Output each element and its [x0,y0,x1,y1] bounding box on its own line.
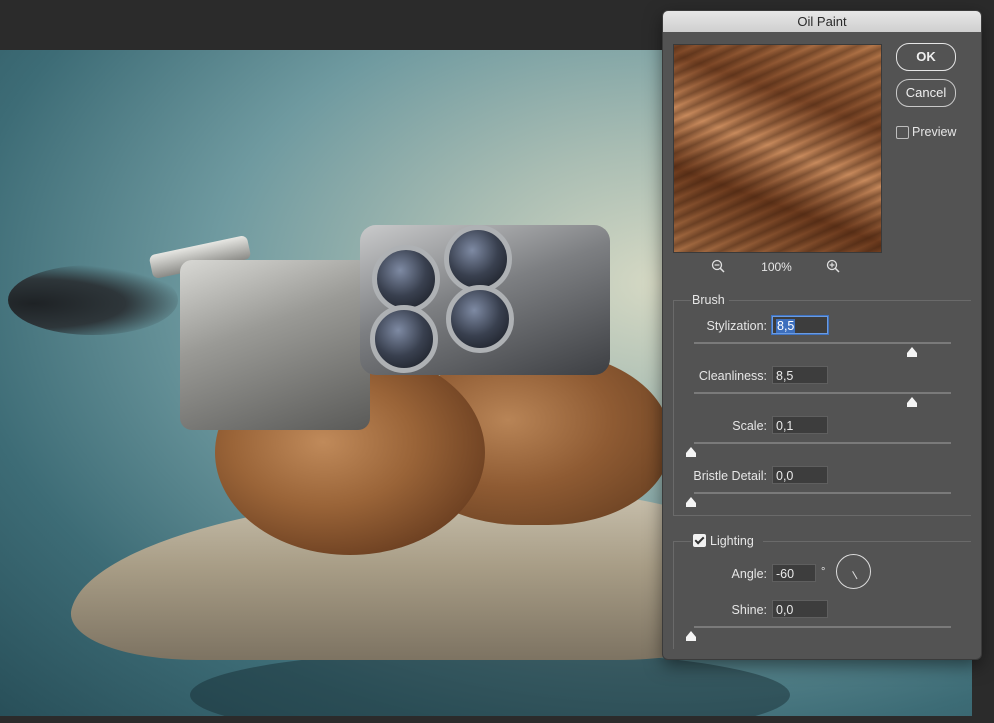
stylization-slider-track[interactable] [694,342,951,344]
lighting-group-title: Lighting [710,534,754,548]
degree-symbol: ° [821,566,826,578]
engine-lens [444,225,512,293]
brush-group-border [729,300,971,301]
bristle-detail-field[interactable]: 0,0 [772,466,828,484]
preview-checkbox[interactable] [896,126,909,139]
shine-field[interactable]: 0,0 [772,600,828,618]
preview-zoom-controls: 100% [673,257,880,277]
lighting-group-border [673,541,691,542]
dialog-title: Oil Paint [663,11,981,32]
angle-dial-needle[interactable] [852,571,858,580]
cleanliness-label: Cleanliness: [698,369,767,383]
shine-label: Shine: [731,603,767,617]
scale-slider-track[interactable] [694,442,951,444]
brush-group-border [673,300,691,301]
oil-paint-dialog: Oil Paint 100% OK Cancel Preview Brush S… [663,11,981,659]
scale-label: Scale: [732,419,767,433]
scale-field[interactable]: 0,1 [772,416,828,434]
shine-slider-track[interactable] [694,626,951,628]
ok-button[interactable]: OK [896,43,956,71]
bristle-detail-slider-thumb[interactable] [686,497,696,507]
shine-slider-thumb[interactable] [686,631,696,641]
zoom-in-icon[interactable] [826,259,840,273]
brush-group-title: Brush [692,293,725,307]
stylization-label: Stylization: [706,319,767,333]
engine-lens [370,305,438,373]
lighting-group-border [763,541,971,542]
brush-group-border [673,515,971,516]
cancel-button[interactable]: Cancel [896,79,956,107]
engine-block [180,260,370,430]
lighting-group-border [673,541,674,649]
cleanliness-slider-track[interactable] [694,392,951,394]
cleanliness-slider-thumb[interactable] [907,397,917,407]
angle-dial[interactable] [836,554,871,589]
angle-label: Angle: [731,567,767,581]
angle-field[interactable]: -60 [772,564,816,582]
bristle-detail-slider-track[interactable] [694,492,951,494]
lighting-checkbox[interactable] [693,534,706,547]
cleanliness-field[interactable]: 8,5 [772,366,828,384]
engine-lens [372,245,440,313]
bristle-detail-label: Bristle Detail: [693,469,767,483]
stylization-value: 8,5 [776,319,796,333]
engine-lens [446,285,514,353]
zoom-level-text: 100% [761,260,792,274]
filter-preview-image[interactable] [673,44,882,253]
preview-label: Preview [912,125,957,139]
stylization-slider-thumb[interactable] [907,347,917,357]
scale-slider-thumb[interactable] [686,447,696,457]
stylization-field[interactable]: 8,5 [772,316,828,334]
